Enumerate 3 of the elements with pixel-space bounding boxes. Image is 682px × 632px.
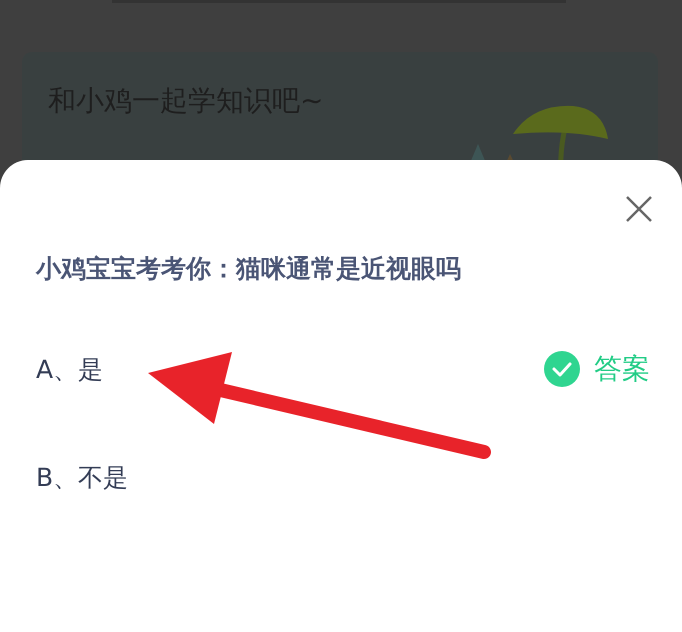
question-text: 小鸡宝宝考考你：猫咪通常是近视眼吗: [36, 253, 462, 285]
answer-option[interactable]: B、不是: [36, 459, 646, 495]
close-icon[interactable]: [624, 194, 654, 224]
